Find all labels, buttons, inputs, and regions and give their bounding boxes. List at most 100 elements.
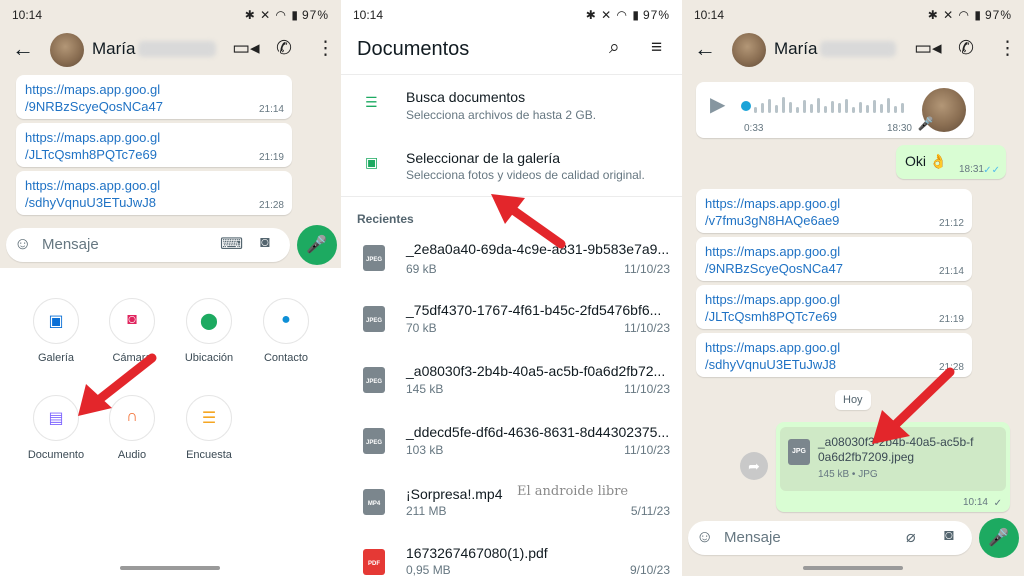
file-date: 11/10/23 xyxy=(624,443,670,457)
status-time: 10:14 xyxy=(12,8,43,22)
list-icon: ☰ xyxy=(365,94,378,110)
audio-waveform xyxy=(754,96,914,116)
file-date: 9/10/23 xyxy=(629,563,670,576)
home-indicator xyxy=(120,566,220,570)
mic-button[interactable]: 🎤 xyxy=(979,518,1019,558)
emoji-icon[interactable]: ☺ xyxy=(14,234,31,254)
keyboard-icon[interactable]: ⌨ xyxy=(220,234,243,254)
forward-icon[interactable]: ➦ xyxy=(740,452,768,480)
status-icons: ✱ ✕ ◠ ▮ 97% xyxy=(244,8,329,22)
voice-duration: 0:33 xyxy=(744,123,764,134)
file-size: 145 kB xyxy=(406,382,444,396)
battery-level: 97% xyxy=(301,8,329,22)
avatar[interactable] xyxy=(732,33,766,67)
message-time: 21:19 xyxy=(938,314,964,325)
attachment-sheet: ▣ Galería ◙ Cámara ⬤ Ubicación ● Contact… xyxy=(0,268,341,576)
message-placeholder: Mensaje xyxy=(724,529,781,546)
contact-name[interactable]: María xyxy=(92,39,135,59)
attach-poll-button[interactable]: ☰ Encuesta xyxy=(169,395,249,461)
status-icons: ✱ ✕ ◠ ▮ 97% xyxy=(585,8,670,22)
file-date: 11/10/23 xyxy=(624,382,670,396)
attach-label: Ubicación xyxy=(184,352,234,364)
pdf-file-icon: PDF xyxy=(363,549,385,575)
file-size: 103 kB xyxy=(406,443,444,457)
file-size: 211 MB xyxy=(406,504,447,518)
file-size: 69 kB xyxy=(406,262,437,276)
more-options-icon[interactable]: ⋮ xyxy=(998,37,1017,60)
message-input[interactable]: ☺ Mensaje ⌨ ◙ xyxy=(6,228,290,262)
attach-location-button[interactable]: ⬤ Ubicación xyxy=(169,298,249,364)
mic-icon: 🎤 xyxy=(917,116,934,131)
attach-contact-button[interactable]: ● Contacto xyxy=(246,298,326,364)
message-bubble[interactable]: https://maps.app.goo.gl/v7fmu3gN8HAQe6ae… xyxy=(696,189,972,233)
documents-panel: 10:14 ✱ ✕ ◠ ▮ 97% Documentos ⌕ ≡ ☰ Busca … xyxy=(341,0,682,576)
message-link[interactable]: https://maps.app.goo.gl/9NRBzScyeQosNCa4… xyxy=(25,81,163,115)
jpeg-file-icon: JPEG xyxy=(363,306,385,332)
phone-icon[interactable]: ✆ xyxy=(958,37,974,60)
status-bar: 10:14 ✱ ✕ ◠ ▮ 97% xyxy=(341,0,682,30)
message-bubble[interactable]: https://maps.app.goo.gl/sdhyVqnuU3ETuJwJ… xyxy=(16,171,292,215)
more-options-icon[interactable]: ⋮ xyxy=(316,37,335,60)
message-time: 21:28 xyxy=(258,200,284,211)
chat-panel-sent: 10:14 ✱ ✕ ◠ ▮ 97% ← María ▭◂ ✆ ⋮ ▶ 0:33 1… xyxy=(682,0,1024,576)
message-link[interactable]: https://maps.app.goo.gl/v7fmu3gN8HAQe6ae… xyxy=(705,195,840,229)
back-arrow-icon[interactable]: ← xyxy=(694,36,716,62)
video-call-icon[interactable]: ▭◂ xyxy=(914,37,942,60)
section-label: Recientes xyxy=(357,212,414,226)
message-bubble[interactable]: https://maps.app.goo.gl/JLTcQsmh8PQTc7e6… xyxy=(16,123,292,167)
message-link[interactable]: https://maps.app.goo.gl/sdhyVqnuU3ETuJwJ… xyxy=(705,339,840,373)
emoji-icon[interactable]: ☺ xyxy=(696,527,713,547)
message-link[interactable]: https://maps.app.goo.gl/9NRBzScyeQosNCa4… xyxy=(705,243,843,277)
camera-icon[interactable]: ◙ xyxy=(260,234,270,252)
avatar[interactable] xyxy=(50,33,84,67)
play-icon[interactable]: ▶ xyxy=(710,92,725,117)
status-time: 10:14 xyxy=(353,8,384,22)
gallery-icon: ▣ xyxy=(48,313,64,330)
voice-message[interactable]: ▶ 0:33 18:30 🎤 xyxy=(696,82,974,138)
home-indicator xyxy=(803,566,903,570)
option-subtitle: Selecciona fotos y videos de calidad ori… xyxy=(406,168,645,182)
option-title: Seleccionar de la galería xyxy=(406,150,561,166)
jpg-file-icon: JPG xyxy=(788,439,810,465)
message-link[interactable]: https://maps.app.goo.gl/JLTcQsmh8PQTc7e6… xyxy=(25,129,160,163)
file-meta: 145 kB • JPG xyxy=(818,469,878,480)
blurred-surname xyxy=(138,41,216,57)
message-bubble[interactable]: https://maps.app.goo.gl/9NRBzScyeQosNCa4… xyxy=(16,75,292,119)
sort-icon[interactable]: ≡ xyxy=(651,37,662,59)
page-title: Documentos xyxy=(357,38,470,60)
video-file-icon: MP4 xyxy=(363,489,385,515)
search-icon[interactable]: ⌕ xyxy=(609,37,620,59)
message-link[interactable]: https://maps.app.goo.gl/sdhyVqnuU3ETuJwJ… xyxy=(25,177,160,211)
status-bar: 10:14 ✱ ✕ ◠ ▮ 97% xyxy=(0,0,341,30)
message-bubble[interactable]: https://maps.app.goo.gl/9NRBzScyeQosNCa4… xyxy=(696,237,972,281)
attach-label: Documento xyxy=(27,449,85,461)
battery-level: 97% xyxy=(984,8,1012,22)
contact-name[interactable]: María xyxy=(774,39,817,59)
camera-icon[interactable]: ◙ xyxy=(944,527,954,545)
contact-icon: ● xyxy=(281,311,291,328)
red-arrow-annotation xyxy=(491,194,566,249)
red-arrow-annotation xyxy=(872,367,955,444)
chat-panel-attach: 10:14 ✱ ✕ ◠ ▮ 97% ← María ▭◂ ✆ ⋮ https://… xyxy=(0,0,341,576)
playback-handle[interactable] xyxy=(741,101,751,111)
message-time: 18:30 xyxy=(886,123,912,134)
message-link[interactable]: https://maps.app.goo.gl/JLTcQsmh8PQTc7e6… xyxy=(705,291,840,325)
message-bubble[interactable]: https://maps.app.goo.gl/JLTcQsmh8PQTc7e6… xyxy=(696,285,972,329)
message-time: 18:31 xyxy=(958,164,984,175)
sent-check-icon: ✓ xyxy=(993,498,1002,509)
file-date: 11/10/23 xyxy=(624,321,670,335)
poll-icon: ☰ xyxy=(201,410,217,427)
attach-icon[interactable]: ⌀ xyxy=(906,527,916,547)
read-receipt-icon: ✓✓ xyxy=(983,165,1000,176)
message-input[interactable]: ☺ Mensaje ⌀ ◙ xyxy=(688,521,972,555)
outgoing-message[interactable]: Oki 👌 18:31 ✓✓ xyxy=(896,145,1006,179)
phone-icon[interactable]: ✆ xyxy=(276,37,292,60)
option-title: Busca documentos xyxy=(406,89,526,105)
file-name: _a08030f3-2b4b-40a5-ac5b-f0a6d2fb72... xyxy=(406,363,666,379)
location-icon: ⬤ xyxy=(200,313,218,330)
mic-button[interactable]: 🎤 xyxy=(297,225,337,265)
back-arrow-icon[interactable]: ← xyxy=(12,36,34,62)
jpeg-file-icon: JPEG xyxy=(363,245,385,271)
file-name: _75df4370-1767-4f61-b45c-2fd5476bf6... xyxy=(406,302,662,318)
video-call-icon[interactable]: ▭◂ xyxy=(232,37,260,60)
